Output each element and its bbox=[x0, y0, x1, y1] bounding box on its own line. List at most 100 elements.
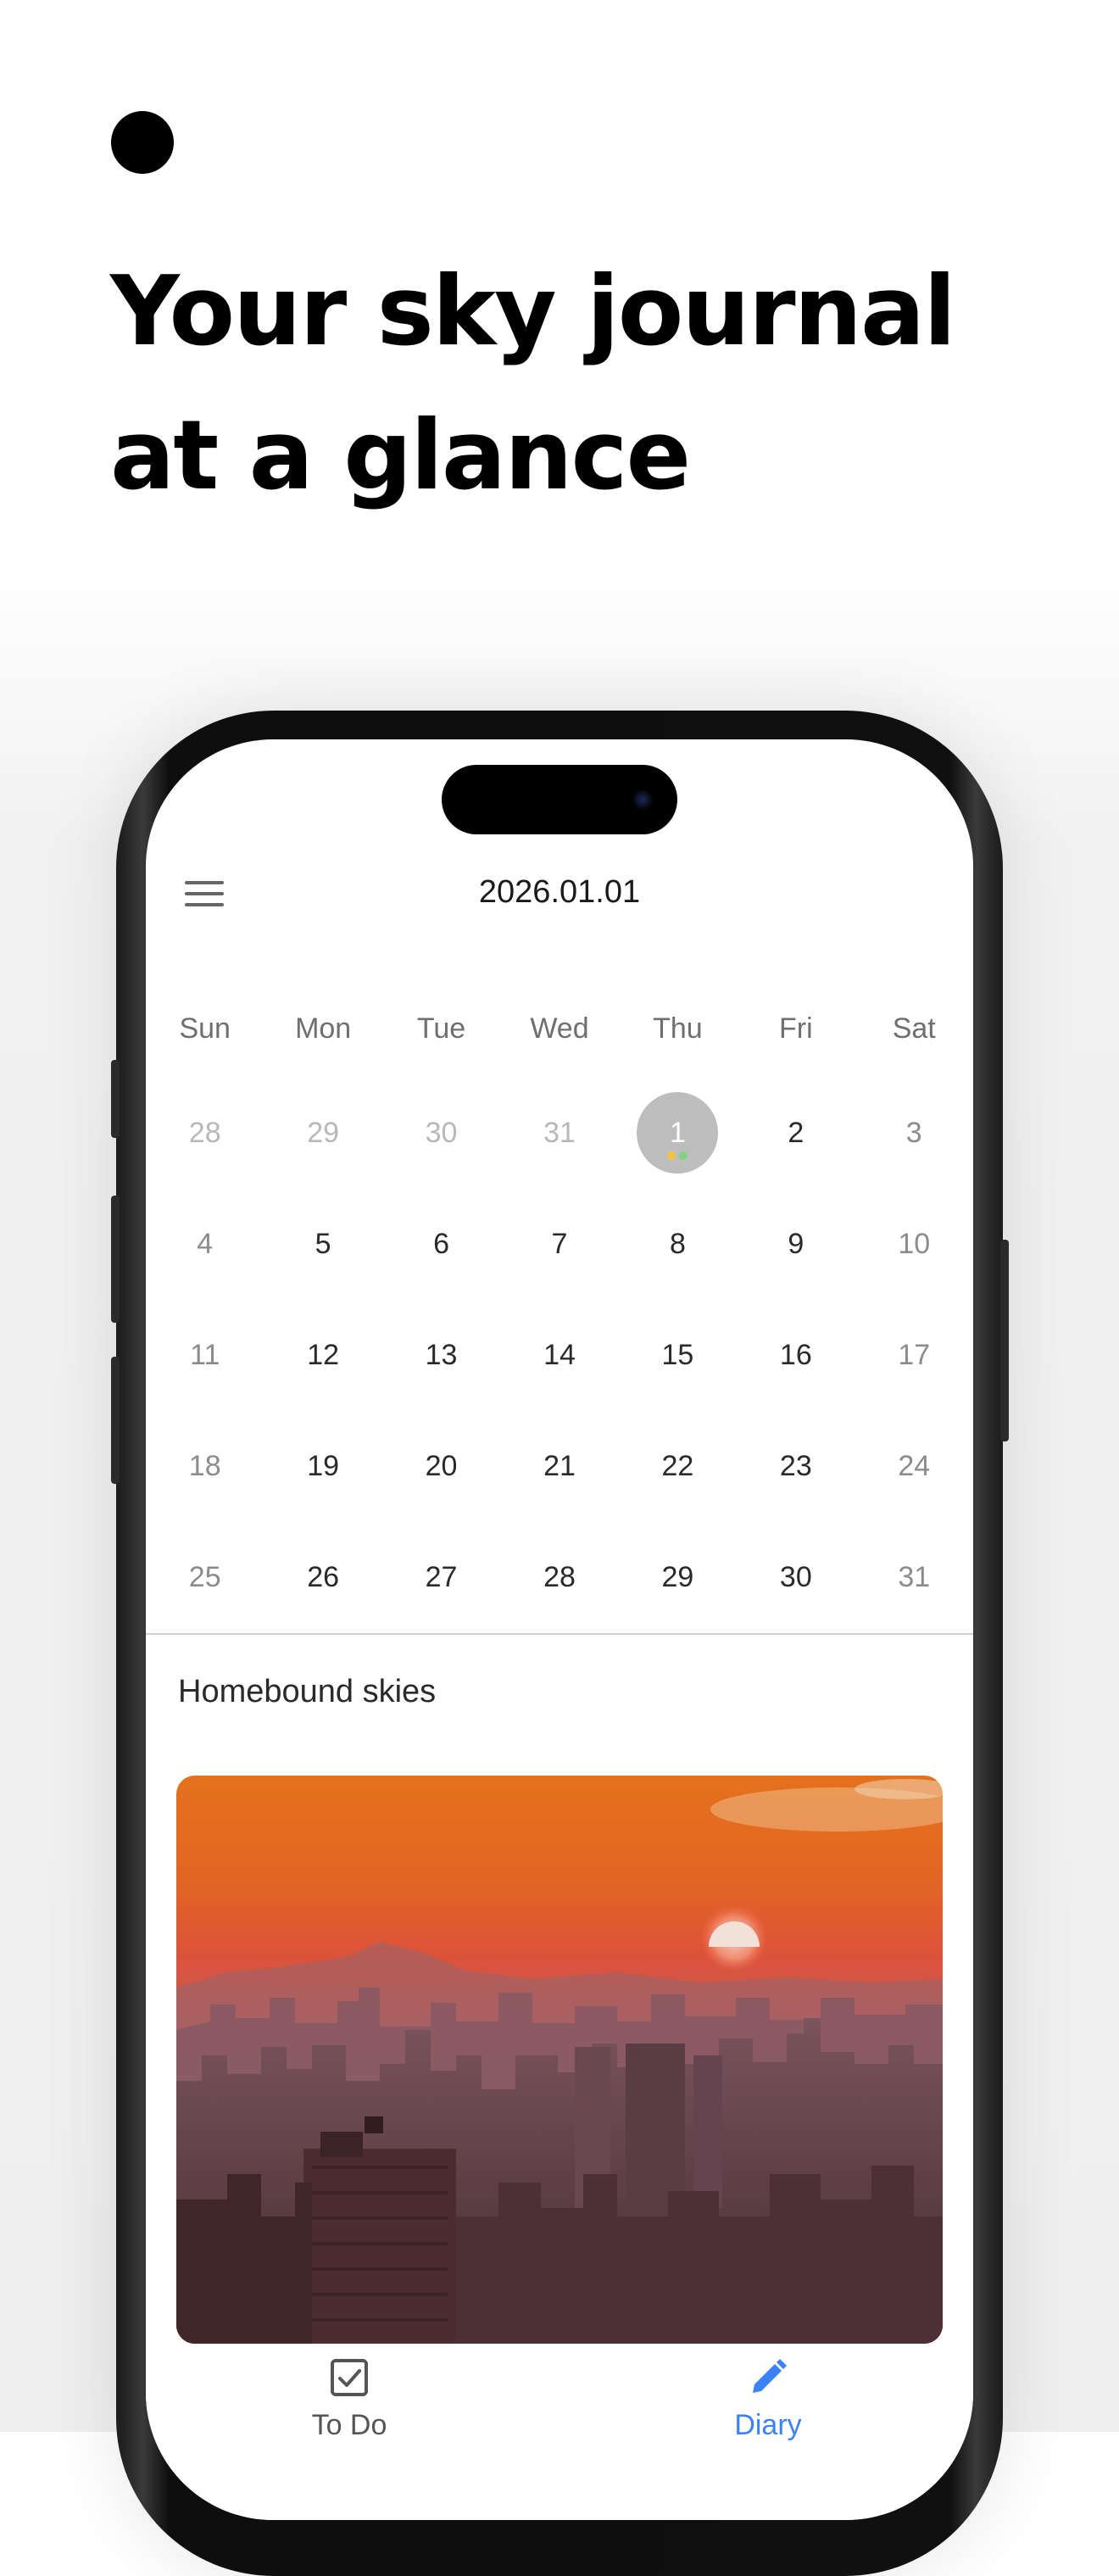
day-number: 30 bbox=[779, 1560, 812, 1593]
day-number: 6 bbox=[433, 1227, 450, 1260]
calendar-day[interactable]: 11 bbox=[146, 1300, 264, 1410]
calendar-week-5: 25 26 27 28 29 30 31 bbox=[146, 1522, 973, 1632]
nav-label-todo: To Do bbox=[311, 2409, 387, 2441]
weekday-fri: Fri bbox=[778, 1012, 813, 1045]
volume-up-button bbox=[111, 1196, 120, 1323]
day-number: 21 bbox=[543, 1449, 576, 1482]
volume-down-button bbox=[111, 1357, 120, 1484]
calendar-week-4: 18 19 20 21 22 23 24 bbox=[146, 1411, 973, 1521]
day-number: 13 bbox=[425, 1338, 458, 1371]
calendar-week-1: 28 29 30 31 1 2 3 bbox=[146, 1078, 973, 1188]
calendar-day[interactable]: 26 bbox=[264, 1522, 381, 1632]
calendar-day[interactable]: 27 bbox=[382, 1522, 500, 1632]
weekday-header: Sun Mon Tue Wed Thu Fri Sat bbox=[146, 1007, 973, 1050]
bottom-navigation: To Do Diary bbox=[146, 2344, 973, 2520]
calendar-day-selected[interactable]: 1 bbox=[619, 1078, 737, 1188]
day-number: 16 bbox=[779, 1338, 812, 1371]
power-button bbox=[1000, 1240, 1009, 1441]
day-number: 5 bbox=[315, 1227, 331, 1260]
day-number: 29 bbox=[661, 1560, 694, 1593]
weekday-sat: Sat bbox=[892, 1012, 936, 1045]
day-number: 24 bbox=[898, 1449, 931, 1482]
current-date[interactable]: 2026.01.01 bbox=[146, 868, 973, 916]
day-number: 1 bbox=[669, 1116, 686, 1149]
weekday-sun: Sun bbox=[179, 1012, 231, 1045]
entry-dot-yellow bbox=[667, 1151, 676, 1160]
calendar-day[interactable]: 18 bbox=[146, 1411, 264, 1521]
calendar-day[interactable]: 17 bbox=[855, 1300, 973, 1410]
day-number: 17 bbox=[898, 1338, 931, 1371]
day-number: 28 bbox=[543, 1560, 576, 1593]
calendar-day[interactable]: 28 bbox=[500, 1522, 618, 1632]
calendar-day[interactable]: 24 bbox=[855, 1411, 973, 1521]
calendar-day[interactable]: 21 bbox=[500, 1411, 618, 1521]
calendar-day[interactable]: 2 bbox=[737, 1078, 855, 1188]
front-camera bbox=[632, 789, 654, 811]
day-number: 28 bbox=[188, 1116, 221, 1149]
calendar-day[interactable]: 8 bbox=[619, 1189, 737, 1299]
day-number: 7 bbox=[551, 1227, 568, 1260]
calendar-day[interactable]: 28 bbox=[146, 1078, 264, 1188]
calendar-day[interactable]: 30 bbox=[382, 1078, 500, 1188]
day-number: 3 bbox=[905, 1116, 922, 1149]
day-number: 9 bbox=[788, 1227, 804, 1260]
calendar-day[interactable]: 16 bbox=[737, 1300, 855, 1410]
calendar-day[interactable]: 19 bbox=[264, 1411, 381, 1521]
day-number: 26 bbox=[307, 1560, 340, 1593]
calendar-week-3: 11 12 13 14 15 16 17 bbox=[146, 1300, 973, 1410]
day-number: 4 bbox=[197, 1227, 214, 1260]
nav-item-diary[interactable]: Diary bbox=[675, 2344, 861, 2442]
headline-line-2: at a glance bbox=[110, 399, 691, 511]
headline-line-1: Your sky journal bbox=[110, 255, 956, 367]
nav-label-diary: Diary bbox=[734, 2409, 802, 2441]
weekday-thu: Thu bbox=[653, 1012, 703, 1045]
calendar-day[interactable]: 12 bbox=[264, 1300, 381, 1410]
diary-photo[interactable] bbox=[176, 1776, 943, 2344]
calendar-day[interactable]: 31 bbox=[500, 1078, 618, 1188]
calendar-day[interactable]: 13 bbox=[382, 1300, 500, 1410]
checkbox-icon bbox=[331, 2359, 368, 2396]
calendar-day[interactable]: 29 bbox=[264, 1078, 381, 1188]
day-number: 31 bbox=[898, 1560, 931, 1593]
day-number: 25 bbox=[188, 1560, 221, 1593]
bullet-dot bbox=[111, 111, 174, 174]
day-number: 20 bbox=[425, 1449, 458, 1482]
calendar-day[interactable]: 20 bbox=[382, 1411, 500, 1521]
calendar-day[interactable]: 14 bbox=[500, 1300, 618, 1410]
pencil-icon bbox=[753, 2359, 787, 2393]
calendar-day[interactable]: 30 bbox=[737, 1522, 855, 1632]
weekday-tue: Tue bbox=[416, 1012, 466, 1045]
day-number: 27 bbox=[425, 1560, 458, 1593]
calendar-day[interactable]: 23 bbox=[737, 1411, 855, 1521]
day-number: 12 bbox=[307, 1338, 340, 1371]
entry-indicator-dots bbox=[667, 1151, 688, 1160]
calendar-day[interactable]: 3 bbox=[855, 1078, 973, 1188]
nav-item-todo[interactable]: To Do bbox=[256, 2344, 443, 2442]
entry-dot-green bbox=[679, 1151, 688, 1160]
day-number: 15 bbox=[661, 1338, 694, 1371]
calendar-day[interactable]: 7 bbox=[500, 1189, 618, 1299]
calendar-week-2: 4 5 6 7 8 9 10 bbox=[146, 1189, 973, 1299]
calendar-day[interactable]: 10 bbox=[855, 1189, 973, 1299]
day-number: 22 bbox=[661, 1449, 694, 1482]
calendar-day[interactable]: 25 bbox=[146, 1522, 264, 1632]
day-number: 23 bbox=[779, 1449, 812, 1482]
weekday-wed: Wed bbox=[530, 1012, 589, 1045]
day-number: 31 bbox=[543, 1116, 576, 1149]
calendar-day[interactable]: 29 bbox=[619, 1522, 737, 1632]
day-number: 30 bbox=[425, 1116, 458, 1149]
diary-entry-title[interactable]: Homebound skies bbox=[178, 1670, 436, 1713]
dynamic-island bbox=[442, 765, 677, 834]
weekday-mon: Mon bbox=[295, 1012, 352, 1045]
calendar-day[interactable]: 31 bbox=[855, 1522, 973, 1632]
day-number: 10 bbox=[898, 1227, 931, 1260]
calendar-day[interactable]: 4 bbox=[146, 1189, 264, 1299]
calendar-day[interactable]: 15 bbox=[619, 1300, 737, 1410]
phone-screen: 2026.01.01 Sun Mon Tue Wed Thu Fri Sat 2… bbox=[146, 739, 973, 2520]
calendar-day[interactable]: 6 bbox=[382, 1189, 500, 1299]
action-button bbox=[111, 1060, 120, 1138]
calendar-day[interactable]: 5 bbox=[264, 1189, 381, 1299]
calendar-day[interactable]: 22 bbox=[619, 1411, 737, 1521]
calendar-day[interactable]: 9 bbox=[737, 1189, 855, 1299]
headline: Your sky journal at a glance bbox=[110, 239, 1043, 527]
